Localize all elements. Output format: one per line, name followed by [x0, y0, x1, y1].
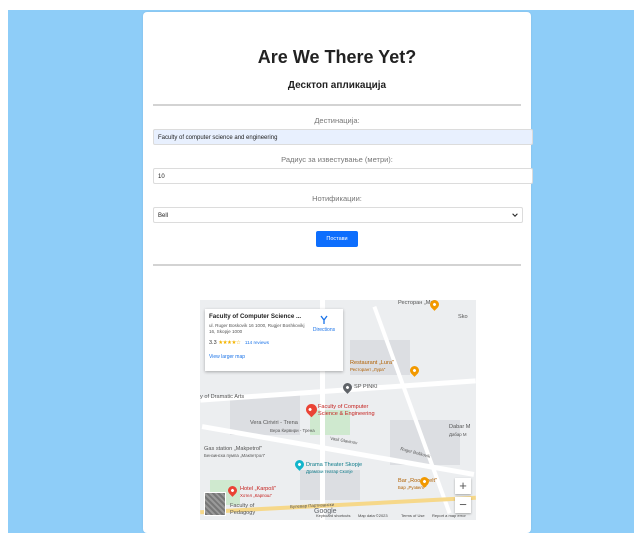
- satellite-toggle-thumbnail[interactable]: [204, 492, 226, 516]
- map-label-hotel-karpos: Hotel „Karpoš": [240, 486, 277, 492]
- map-block: [300, 470, 360, 500]
- notification-label: Нотификации:: [312, 194, 362, 203]
- terms-link[interactable]: Terms of Use: [401, 513, 425, 518]
- place-title: Faculty of Computer Science ...: [209, 313, 302, 320]
- map-label-restaurant-lura: Restaurant „Lura": [350, 360, 394, 366]
- destination-label: Дестинација:: [314, 116, 360, 125]
- divider-bottom: [153, 264, 521, 266]
- map-data-text: Map data ©2023: [358, 513, 388, 518]
- directions-icon: [320, 315, 328, 324]
- reviews-link[interactable]: 114 reviews: [245, 340, 269, 345]
- map-label-dramatic-arts: y of Dramatic Arts: [200, 394, 245, 400]
- map-label-faculty-line2: Science & Engineering: [318, 411, 375, 417]
- radius-label: Радиус за известување (метри):: [281, 155, 393, 164]
- restaurant-pin-icon[interactable]: [408, 364, 421, 377]
- rating-stars: ★★★★☆: [218, 340, 241, 346]
- restaurant-pin-icon[interactable]: [428, 300, 441, 311]
- chevron-down-icon: [512, 213, 518, 217]
- map-label-vera-cyr: Вера Ќирвири - Трена: [270, 428, 315, 433]
- page-subtitle: Десктоп апликација: [287, 80, 387, 91]
- place-address: ul. Ruger Boskovik 16 1000, Rugjer Boshk…: [209, 323, 305, 334]
- page-title: Are We There Yet?: [257, 47, 417, 67]
- report-error-link[interactable]: Report a map error: [432, 513, 466, 518]
- notification-select[interactable]: Bell: [153, 207, 523, 223]
- notification-select-value: Bell: [158, 213, 169, 219]
- map-label-vera: Vera Ciriviri - Trena: [250, 420, 298, 426]
- map-label-dabar-cyr: Дабар М: [449, 432, 467, 437]
- divider-top: [153, 104, 521, 106]
- zoom-out-button[interactable]: −: [455, 497, 471, 513]
- map-street-vasil: Vasil Glavinov: [329, 435, 358, 446]
- map-view[interactable]: Faculty of Computer Science ... ul. Ruge…: [200, 300, 476, 520]
- map-label-pedagogy: Faculty of Pedagogy: [230, 503, 256, 516]
- view-larger-map-link[interactable]: View larger map: [209, 354, 245, 360]
- main-card: Are We There Yet? Десктоп апликација Дес…: [143, 12, 533, 533]
- map-label-drama-theater: Drama Theater Skopje: [306, 462, 363, 468]
- directions-button[interactable]: Directions: [311, 315, 337, 333]
- zoom-in-button[interactable]: +: [455, 478, 471, 494]
- radius-input[interactable]: 10: [153, 168, 533, 184]
- map-label-gas-station: Gas station „Makpetrol": [204, 446, 263, 452]
- directions-label: Directions: [312, 327, 336, 333]
- keyboard-shortcuts-link[interactable]: Keyboard shortcuts: [316, 513, 350, 518]
- map-label-fp-pinki: SP PINKI: [354, 384, 378, 390]
- map-label-skopje: Sko: [458, 314, 468, 320]
- map-label-gas-station-cyr: Бензинска пумпа „Макпетрол": [204, 453, 266, 458]
- map-label-hotel-karpos-cyr: Хотел „Карпош": [240, 493, 273, 498]
- theater-pin-icon[interactable]: [293, 458, 306, 471]
- map-label-bar-roosevelt: Bar „Roosevelt": [398, 478, 437, 484]
- map-label-drama-theater-cyr: Драмски театар Скопје: [306, 469, 353, 474]
- map-info-window: Faculty of Computer Science ... ul. Ruge…: [205, 309, 343, 371]
- place-rating: 3.3 ★★★★☆ 114 reviews: [209, 340, 269, 346]
- submit-button[interactable]: Постави: [316, 231, 358, 247]
- rating-value: 3.3: [209, 340, 217, 346]
- map-label-faculty-line1: Faculty of Computer: [318, 404, 369, 410]
- map-label-dabar: Dabar M: [449, 424, 471, 430]
- destination-input[interactable]: Faculty of computer science and engineer…: [153, 129, 533, 145]
- map-label-restaurant-lura-cyr: Ресторант „Лура": [350, 367, 386, 372]
